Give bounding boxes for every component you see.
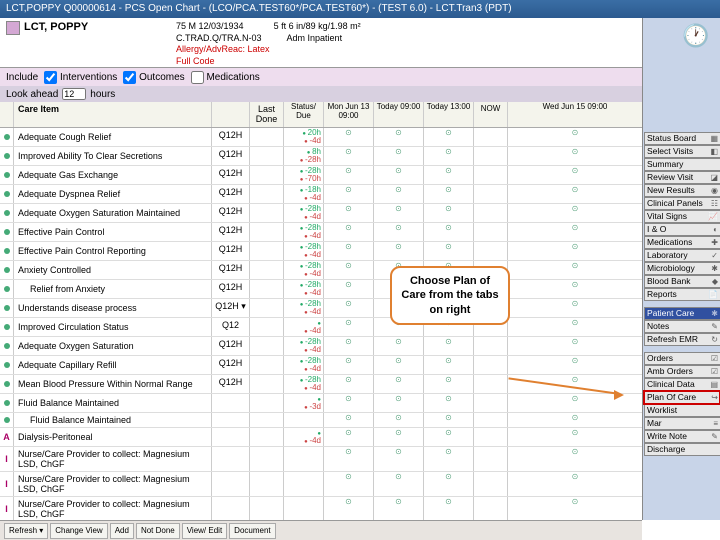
- tab-clinical-data[interactable]: Clinical Data▤: [644, 378, 720, 391]
- tab-orders[interactable]: Orders☑: [644, 352, 720, 365]
- patient-allergy: Allergy/AdvReac: Latex: [176, 44, 634, 56]
- title-bar: LCT,POPPY Q00000614 - PCS Open Chart - (…: [0, 0, 720, 18]
- table-row[interactable]: Adequate Gas ExchangeQ12H-28h-70h⊙⊙⊙⊙: [0, 166, 642, 185]
- btn-not-done[interactable]: Not Done: [136, 523, 180, 539]
- hdr-now[interactable]: NOW: [474, 102, 508, 127]
- chk-medications[interactable]: Medications: [191, 71, 260, 84]
- patient-name: LCT, POPPY: [24, 21, 88, 33]
- tab-medications[interactable]: Medications✚: [644, 236, 720, 249]
- patient-adm: Adm Inpatient: [287, 33, 343, 43]
- table-row[interactable]: Effective Pain Control ReportingQ12H-28h…: [0, 242, 642, 261]
- btn-document[interactable]: Document: [229, 523, 275, 539]
- patient-vitals: 5 ft 6 in/89 kg/1.98 m²: [274, 21, 361, 31]
- table-row[interactable]: Adequate Oxygen Saturation MaintainedQ12…: [0, 204, 642, 223]
- table-row[interactable]: INurse/Care Provider to collect: Magnesi…: [0, 497, 642, 520]
- filter-bar: Include Interventions Outcomes Medicatio…: [0, 68, 642, 86]
- tab-i-&-o[interactable]: I & O◐: [644, 223, 720, 236]
- tab-refresh-emr[interactable]: Refresh EMR↻: [644, 333, 720, 346]
- gender-icon: [6, 21, 20, 35]
- look-input[interactable]: [62, 88, 86, 100]
- tab-patient-care[interactable]: Patient Care✱: [644, 307, 720, 320]
- hdr-wed[interactable]: Wed Jun 15 09:00: [508, 102, 642, 127]
- table-row[interactable]: Improved Circulation StatusQ12-4d⊙⊙⊙⊙: [0, 318, 642, 337]
- callout-box: Choose Plan of Care from the tabs on rig…: [390, 266, 510, 325]
- tab-review-visit[interactable]: Review Visit◪: [644, 171, 720, 184]
- table-row[interactable]: Adequate Capillary RefillQ12H-28h-4d⊙⊙⊙⊙: [0, 356, 642, 375]
- btn-add[interactable]: Add: [110, 523, 134, 539]
- tab-select-visits[interactable]: Select Visits◧: [644, 145, 720, 158]
- tab-summary[interactable]: Summary: [644, 158, 720, 171]
- hdr-today2[interactable]: Today 13:00: [424, 102, 474, 127]
- patient-demo: 75 M 12/03/1934: [176, 21, 244, 31]
- patient-loc: C.TRAD.Q/TRA.N-03: [176, 33, 262, 43]
- tab-laboratory[interactable]: Laboratory✓: [644, 249, 720, 262]
- table-row[interactable]: INurse/Care Provider to collect: Magnesi…: [0, 447, 642, 472]
- chk-interventions[interactable]: Interventions: [44, 71, 117, 84]
- tab-notes[interactable]: Notes✎: [644, 320, 720, 333]
- table-row[interactable]: ADialysis-Peritoneal-4d⊙⊙⊙⊙: [0, 428, 642, 447]
- hdr-today1[interactable]: Today 09:00: [374, 102, 424, 127]
- patient-header: LCT, POPPY 75 M 12/03/1934 5 ft 6 in/89 …: [0, 18, 720, 68]
- bottom-toolbar: Refresh ▾Change ViewAddNot DoneView/ Edi…: [0, 520, 642, 540]
- tab-clinical-panels[interactable]: Clinical Panels☷: [644, 197, 720, 210]
- hdr-last-done[interactable]: Last Done: [250, 102, 284, 127]
- title-text: LCT,POPPY Q00000614 - PCS Open Chart - (…: [6, 0, 512, 18]
- tab-blood-bank[interactable]: Blood Bank◆: [644, 275, 720, 288]
- table-row[interactable]: Improved Ability To Clear SecretionsQ12H…: [0, 147, 642, 166]
- tab-worklist[interactable]: Worklist: [644, 404, 720, 417]
- tab-microbiology[interactable]: Microbiology✱: [644, 262, 720, 275]
- table-row[interactable]: Fluid Balance Maintained-3d⊙⊙⊙⊙: [0, 394, 642, 413]
- table-row[interactable]: Fluid Balance Maintained⊙⊙⊙⊙: [0, 413, 642, 428]
- tab-amb-orders[interactable]: Amb Orders☑: [644, 365, 720, 378]
- btn-view-edit[interactable]: View/ Edit: [182, 523, 227, 539]
- callout-text: Choose Plan of Care from the tabs on rig…: [401, 275, 498, 316]
- hdr-mon[interactable]: Mon Jun 13 09:00: [324, 102, 374, 127]
- table-row[interactable]: Adequate Cough ReliefQ12H20h-4d⊙⊙⊙⊙: [0, 128, 642, 147]
- table-row[interactable]: Adequate Oxygen SaturationQ12H-28h-4d⊙⊙⊙…: [0, 337, 642, 356]
- chk-outcomes[interactable]: Outcomes: [123, 71, 184, 84]
- main-area: Include Interventions Outcomes Medicatio…: [0, 68, 642, 520]
- lookahead-bar: Look ahead hours: [0, 86, 642, 102]
- tab-status-board[interactable]: Status Board▦: [644, 132, 720, 145]
- btn-refresh-[interactable]: Refresh ▾: [4, 523, 48, 539]
- right-tabs: Status Board▦Select Visits◧SummaryReview…: [644, 132, 720, 456]
- table-row[interactable]: Understands disease processQ12H ▾-28h-4d…: [0, 299, 642, 318]
- callout-arrow-head: [614, 390, 624, 400]
- grid-header: Care Item Last Done Status/ Due Mon Jun …: [0, 102, 642, 128]
- btn-change-view[interactable]: Change View: [50, 523, 107, 539]
- hdr-status: Status/ Due: [284, 102, 324, 127]
- tab-plan-of-care[interactable]: Plan Of Care↪: [644, 391, 720, 404]
- patient-code: Full Code: [176, 56, 634, 68]
- hdr-care-item: Care Item: [14, 102, 212, 127]
- tab-new-results[interactable]: New Results◉: [644, 184, 720, 197]
- tab-discharge[interactable]: Discharge: [644, 443, 720, 456]
- table-row[interactable]: Relief from AnxietyQ12H-28h-4d⊙⊙⊙⊙: [0, 280, 642, 299]
- care-grid: Care Item Last Done Status/ Due Mon Jun …: [0, 102, 642, 520]
- table-row[interactable]: Anxiety ControlledQ12H-28h-4d⊙⊙⊙⊙: [0, 261, 642, 280]
- table-row[interactable]: INurse/Care Provider to collect: Magnesi…: [0, 472, 642, 497]
- include-label: Include: [6, 72, 38, 83]
- tab-mar[interactable]: Mar≡: [644, 417, 720, 430]
- clock-icon: 🕐: [678, 18, 714, 54]
- tab-vital-signs[interactable]: Vital Signs📈: [644, 210, 720, 223]
- look-label: Look ahead: [6, 89, 58, 100]
- tab-write-note[interactable]: Write Note✎: [644, 430, 720, 443]
- tab-reports[interactable]: Reports📄: [644, 288, 720, 301]
- look-unit: hours: [90, 89, 115, 100]
- table-row[interactable]: Adequate Dyspnea ReliefQ12H-18h-4d⊙⊙⊙⊙: [0, 185, 642, 204]
- table-row[interactable]: Effective Pain ControlQ12H-28h-4d⊙⊙⊙⊙: [0, 223, 642, 242]
